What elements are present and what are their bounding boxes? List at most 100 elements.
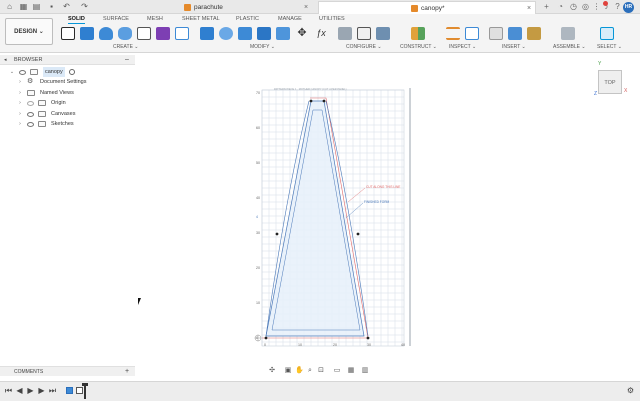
tree-label[interactable]: Sketches <box>51 119 74 129</box>
viewcube-face[interactable]: TOP <box>604 80 615 86</box>
go-to-end-icon[interactable]: ⏭ <box>48 386 57 396</box>
new-tab-icon[interactable]: + <box>542 2 551 11</box>
create-menu[interactable]: CREATE ⌄ <box>113 44 139 50</box>
tab-manage[interactable]: MANAGE <box>278 16 302 22</box>
tab-sheet-metal[interactable]: SHEET METAL <box>182 16 220 22</box>
pattern-icon[interactable] <box>137 27 151 40</box>
collapse-icon[interactable]: ◂ <box>4 55 7 65</box>
plane-icon[interactable] <box>411 27 425 40</box>
minimize-icon[interactable]: – <box>125 55 129 65</box>
timeline-marker[interactable] <box>84 384 86 399</box>
grid-settings-icon[interactable]: ▦ <box>347 367 355 375</box>
undo-icon[interactable]: ↶ <box>62 2 71 11</box>
viewports-icon[interactable]: ▥ <box>361 367 369 375</box>
more-icon[interactable]: ⋮ <box>592 2 601 11</box>
assemble-icon[interactable] <box>561 27 575 40</box>
joint-icon[interactable] <box>175 27 189 40</box>
save-icon[interactable]: ▪ <box>47 2 56 11</box>
eye-hidden-icon[interactable] <box>27 100 34 106</box>
pan-icon[interactable]: ✋ <box>295 367 304 375</box>
insert-derive-icon[interactable] <box>489 27 503 40</box>
look-at-icon[interactable]: ▣ <box>284 367 292 375</box>
revolve-icon[interactable] <box>99 27 113 40</box>
press-pull-icon[interactable] <box>200 27 214 40</box>
eye-icon[interactable] <box>27 111 34 117</box>
zoom-icon[interactable]: ⌕ <box>306 367 314 375</box>
tree-label[interactable]: Origin <box>51 98 66 108</box>
display-settings-icon[interactable]: ▭ <box>333 367 341 375</box>
tree-label[interactable]: Canvases <box>51 109 75 119</box>
extensions-icon[interactable]: ◔ <box>556 2 565 11</box>
eye-icon[interactable] <box>27 121 34 127</box>
tree-item-origin[interactable]: › Origin <box>0 98 135 108</box>
tab-surface[interactable]: SURFACE <box>103 16 129 22</box>
modify-menu[interactable]: MODIFY ⌄ <box>250 44 275 50</box>
activate-radio-icon[interactable] <box>69 69 75 75</box>
viewcube[interactable]: TOP <box>598 70 622 94</box>
configure-menu[interactable]: CONFIGURE ⌄ <box>346 44 382 50</box>
eye-icon[interactable] <box>19 69 26 75</box>
design-canvas[interactable]: PATTERN PIECE 1 · MOTHER CANOPY (CUT 4 P… <box>240 84 420 354</box>
help-icon[interactable]: ◎ <box>581 2 590 11</box>
chevron-right-icon[interactable]: › <box>17 119 23 129</box>
tree-root-canopy[interactable]: ⌄ canopy <box>0 67 135 77</box>
fit-icon[interactable]: ⊡ <box>317 367 325 375</box>
tree-item-named-views[interactable]: › Named Views <box>0 88 135 98</box>
tab-mesh[interactable]: MESH <box>147 16 163 22</box>
sketch-drawing[interactable]: PATTERN PIECE 1 · MOTHER CANOPY (CUT 4 P… <box>240 84 420 354</box>
play-icon[interactable]: ▶ <box>26 386 35 396</box>
interference-icon[interactable] <box>465 27 479 40</box>
insert-menu[interactable]: INSERT ⌄ <box>502 44 526 50</box>
insert-mesh-icon[interactable] <box>527 27 541 40</box>
settings-gear-icon[interactable]: ⚙ <box>626 386 635 396</box>
tab-plastic[interactable]: PLASTIC <box>236 16 259 22</box>
measure-icon[interactable] <box>446 27 460 40</box>
tree-item-sketches[interactable]: › Sketches <box>0 119 135 129</box>
new-component-icon[interactable] <box>61 27 75 40</box>
theme-icon[interactable] <box>376 27 390 40</box>
parameters-icon[interactable]: ƒx <box>314 27 328 40</box>
create-form-icon[interactable] <box>156 27 170 40</box>
table-icon[interactable] <box>357 27 371 40</box>
comments-panel[interactable]: COMMENTS + <box>0 366 135 376</box>
tree-label[interactable]: Document Settings <box>40 77 86 87</box>
workspace-switcher[interactable]: DESIGN ⌄ <box>5 18 53 45</box>
step-back-icon[interactable]: ◀ <box>15 386 24 396</box>
tree-item-canvases[interactable]: › Canvases <box>0 109 135 119</box>
chamfer-icon[interactable] <box>238 27 252 40</box>
inspect-menu[interactable]: INSPECT ⌄ <box>449 44 476 50</box>
configure-icon[interactable] <box>338 27 352 40</box>
help-icon[interactable]: ? <box>613 2 622 11</box>
combine-icon[interactable] <box>276 27 290 40</box>
chevron-down-icon[interactable]: ⌄ <box>9 67 15 77</box>
timeline-sketch-icon[interactable] <box>76 387 83 394</box>
chevron-right-icon[interactable]: › <box>17 109 23 119</box>
chevron-right-icon[interactable]: › <box>17 77 23 87</box>
orbit-icon[interactable]: ✣ <box>268 367 276 375</box>
clock-icon[interactable]: ◷ <box>569 2 578 11</box>
timeline-marker-head[interactable] <box>82 383 88 386</box>
move-icon[interactable]: ✥ <box>295 27 309 40</box>
file-icon[interactable]: ▤ <box>32 2 41 11</box>
sweep-icon[interactable] <box>118 27 132 40</box>
add-comment-icon[interactable]: + <box>125 367 129 377</box>
grid-icon[interactable]: ▦ <box>19 2 28 11</box>
select-menu[interactable]: SELECT ⌄ <box>597 44 622 50</box>
redo-icon[interactable]: ↷ <box>80 2 89 11</box>
go-to-start-icon[interactable]: ⏮ <box>4 386 13 396</box>
fillet-icon[interactable] <box>219 27 233 40</box>
timeline-canvas-icon[interactable] <box>66 387 73 394</box>
close-icon[interactable]: × <box>304 1 308 14</box>
chevron-right-icon[interactable]: › <box>17 98 23 108</box>
tree-label[interactable]: Named Views <box>40 88 74 98</box>
construct-menu[interactable]: CONSTRUCT ⌄ <box>400 44 437 50</box>
step-forward-icon[interactable]: ▶ <box>37 386 46 396</box>
browser-header[interactable]: ◂ BROWSER – <box>0 55 135 65</box>
tree-label[interactable]: canopy <box>43 67 65 77</box>
tab-parachute[interactable]: parachute × <box>180 1 310 14</box>
extrude-icon[interactable] <box>80 27 94 40</box>
tab-utilities[interactable]: UTILITIES <box>319 16 345 22</box>
home-icon[interactable]: ⌂ <box>5 2 14 11</box>
shell-icon[interactable] <box>257 27 271 40</box>
tree-item-document-settings[interactable]: › ⚙ Document Settings <box>0 77 135 87</box>
